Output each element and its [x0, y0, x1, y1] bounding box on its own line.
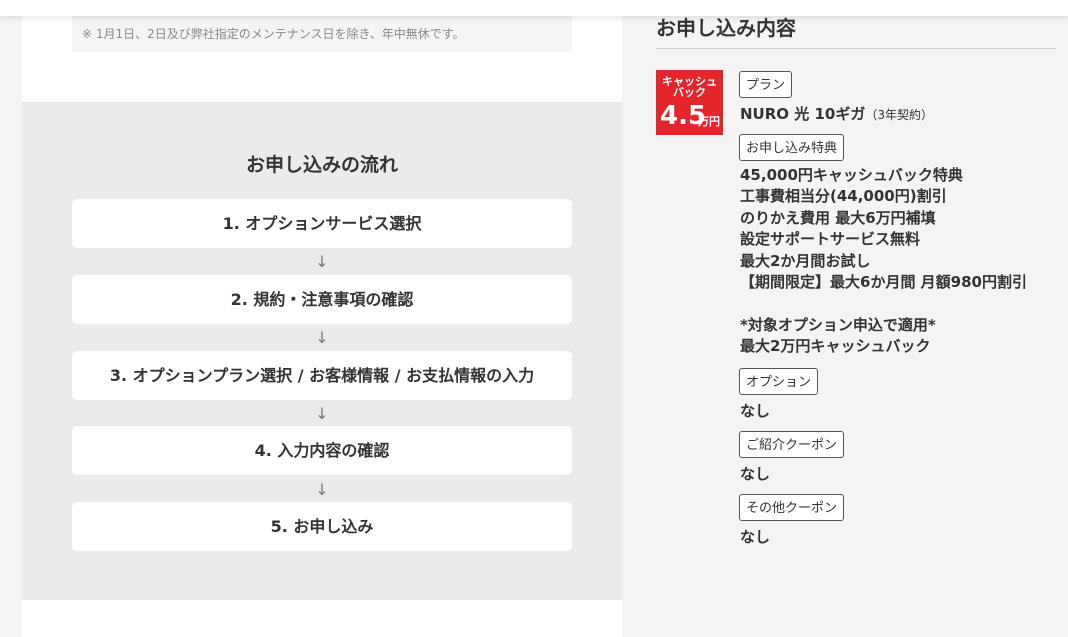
business-hours-notice: ※ 1月1日、2日及び弊社指定のメンテナンス日を除き、年中無休です。: [72, 16, 572, 52]
other-coupon-value: なし: [740, 528, 771, 546]
flow-step-1: 1. オプションサービス選択: [72, 199, 572, 248]
benefit-item: 工事費相当分(44,000円)割引: [740, 187, 947, 206]
referral-coupon-label-tag: ご紹介クーポン: [739, 431, 845, 458]
benefit-item: *対象オプション申込で適用*: [740, 315, 936, 334]
down-arrow-icon: ↓: [315, 328, 329, 347]
other-coupon-label-tag: その他クーポン: [739, 494, 845, 521]
benefit-spacer: [740, 293, 1027, 314]
flow-step-3: 3. オプションプラン選択 / お客様情報 / お支払情報の入力: [72, 351, 572, 400]
benefit-item: のりかえ費用 最大6万円補填: [740, 208, 936, 227]
plan-term: （3年契約）: [865, 108, 933, 122]
benefit-item: 最大2万円キャッシュバック: [740, 337, 931, 356]
flow-title: お申し込みの流れ: [245, 154, 398, 176]
benefit-list: 45,000円キャッシュバック特典 工事費相当分(44,000円)割引 のりかえ…: [740, 165, 1027, 358]
benefit-item: 最大2か月間お試し: [740, 251, 871, 270]
option-label-tag: オプション: [739, 368, 819, 395]
benefit-item: 45,000円キャッシュバック特典: [740, 166, 963, 184]
order-summary-panel: お申し込み内容 キャッシュ バック 4.5 万円 プラン NURO 光 10ギガ…: [622, 0, 1068, 637]
plan-label-tag: プラン: [739, 71, 793, 98]
left-panel: ※ 1月1日、2日及び弊社指定のメンテナンス日を除き、年中無休です。 お申し込み…: [22, 0, 622, 637]
badge-line-2: バック: [673, 86, 706, 99]
application-flow-section: お申し込みの流れ 1. オプションサービス選択 ↓ 2. 規約・注意事項の確認 …: [22, 102, 622, 600]
benefit-label-tag: お申し込み特典: [739, 134, 845, 161]
cashback-badge: キャッシュ バック 4.5 万円: [656, 70, 723, 135]
down-arrow-icon: ↓: [315, 404, 329, 423]
option-value: なし: [740, 402, 771, 420]
header-bar: [0, 0, 1068, 16]
divider: [656, 48, 1056, 49]
flow-step-4: 4. 入力内容の確認: [72, 426, 572, 475]
down-arrow-icon: ↓: [315, 252, 329, 271]
referral-coupon-value: なし: [740, 465, 771, 483]
flow-step-2: 2. 規約・注意事項の確認: [72, 275, 572, 324]
badge-unit: 万円: [698, 115, 720, 128]
down-arrow-icon: ↓: [315, 480, 329, 499]
flow-step-5: 5. お申し込み: [72, 502, 572, 551]
benefit-item: 【期間限定】最大6か月間 月額980円割引: [740, 272, 1027, 291]
summary-title: お申し込み内容: [656, 16, 796, 40]
plan-name-text: NURO 光 10ギガ: [740, 105, 866, 123]
plan-name: NURO 光 10ギガ（3年契約）: [740, 103, 933, 124]
benefit-item: 設定サポートサービス無料: [740, 230, 921, 249]
